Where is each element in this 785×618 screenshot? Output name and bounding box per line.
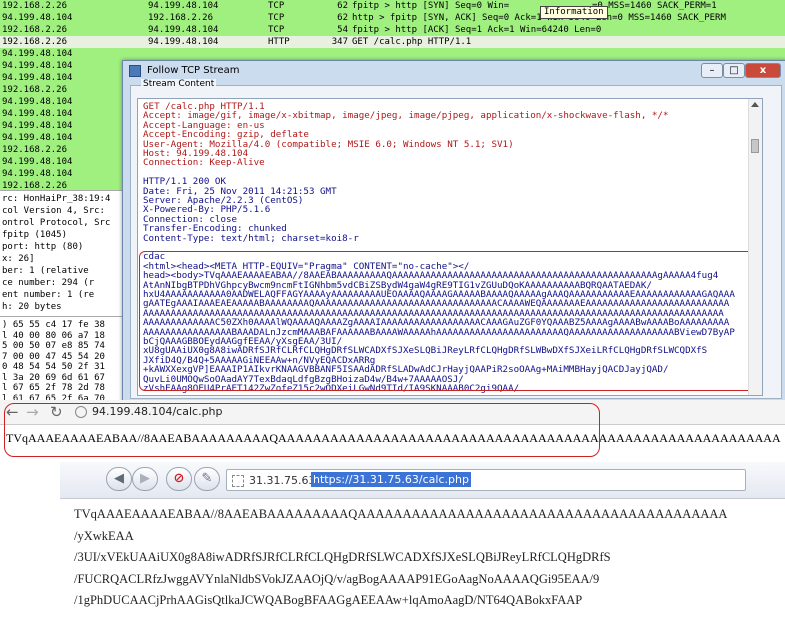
packet-row[interactable]: 192.168.2.26 94.199.48.104 TCP 62 fpitp > ht… <box>0 0 785 12</box>
packet-source: 94.199.48.104 <box>2 61 73 71</box>
packet-source: 192.168.2.26 <box>2 181 68 190</box>
page-text-line: /1gPhDUCAACjPrhAAGisQtlkaJCWQABogBFAAGgA… <box>74 593 583 607</box>
packet-info: GET /calc.php HTTP/1.1 <box>352 37 472 47</box>
packet-length: 62 <box>337 1 348 11</box>
window-titlebar[interactable]: Follow TCP Stream – □ x <box>123 61 785 81</box>
packet-source: 94.199.48.104 <box>2 109 73 119</box>
packet-detail-line[interactable]: ontrol Protocol, Src <box>2 217 110 229</box>
packet-source: 94.199.48.104 <box>2 157 73 167</box>
highlight-annotation <box>4 403 600 457</box>
packet-detail-line[interactable]: h: 20 bytes <box>2 301 62 313</box>
highlight-annotation <box>139 251 759 391</box>
packet-source: 192.168.2.26 <box>2 145 68 155</box>
stream-line: Connection: Keep-Alive <box>143 157 265 169</box>
browser-window-2: ◀ ▶ ⊘ ✎ 31.31.75.63 https://31.31.75.63/… <box>60 462 785 618</box>
packet-detail-line[interactable]: ber: 1 (relative <box>2 265 89 277</box>
packet-destination: 94.199.48.104 <box>148 25 219 35</box>
addon-icon[interactable]: ✎ <box>194 467 220 491</box>
packet-detail-line[interactable]: col Version 4, Src: <box>2 205 105 217</box>
info-tooltip: Information <box>540 6 608 19</box>
minimize-button[interactable]: – <box>701 63 723 78</box>
packet-length: 62 <box>337 13 348 23</box>
packet-protocol: TCP <box>268 25 285 35</box>
packet-bytes-pane: ) 65 55 c4 17 fe 38 l 40 00 80 06 a7 18 5 … <box>0 316 130 401</box>
packet-row[interactable]: 94.199.48.104 192.168.2.26 TCP 62 http > fpi… <box>0 12 785 24</box>
packet-protocol: TCP <box>268 13 285 23</box>
packet-source: 192.168.2.26 <box>2 1 68 11</box>
packet-source: 94.199.48.104 <box>2 49 73 59</box>
packet-detail-line[interactable]: ce number: 294 (r <box>2 277 94 289</box>
packet-detail-line[interactable]: ent number: 1 (re <box>2 289 94 301</box>
packet-source: 192.168.2.26 <box>2 25 68 35</box>
packet-detail-line[interactable]: port: http (80) <box>2 241 83 253</box>
packet-source: 94.199.48.104 <box>2 133 73 143</box>
packet-length: 347 <box>331 37 348 47</box>
vertical-scrollbar[interactable] <box>748 99 762 395</box>
packet-source: 94.199.48.104 <box>2 121 73 131</box>
packet-row[interactable]: 94.199.48.104 <box>0 48 785 60</box>
page-text-line: /3UI/xVEkUAAiUX0g8A8iwADRfSJRfCLRfCLQHgD… <box>74 550 611 564</box>
site-identity-icon[interactable] <box>232 475 244 487</box>
browser-window-1: ← → ↻ 94.199.48.104/calc.php TVqAAAEAAAA… <box>0 400 785 460</box>
packet-source: 192.168.2.26 <box>2 37 68 47</box>
site-identity-host: 31.31.75.63 <box>249 474 316 487</box>
packet-details-pane: rc: HonHaiPr_38:19:4 col Version 4, Src: o… <box>0 190 130 317</box>
packet-info: http > fpitp [SYN, ACK] Seq=0 Ack=1 Win=… <box>352 13 726 23</box>
page-text-line: /yXwkEAA <box>74 528 134 543</box>
packet-source: 94.199.48.104 <box>2 169 73 179</box>
page-text-line: TVqAAAEAAAAEABAA//8AAEABAAAAAAAAAQAAAAAA… <box>74 507 728 521</box>
stream-content-text[interactable]: GET /calc.php HTTP/1.1 Accept: image/gif,… <box>137 98 763 396</box>
packet-length: 54 <box>337 25 348 35</box>
scroll-thumb[interactable] <box>751 139 759 153</box>
address-bar-url[interactable]: https://31.31.75.63/calc.php <box>311 472 471 487</box>
address-bar[interactable]: 31.31.75.63 https://31.31.75.63/calc.php <box>226 469 746 491</box>
packet-detail-line[interactable]: rc: HonHaiPr_38:19:4 <box>2 193 110 205</box>
back-arrow-icon[interactable]: ◀ <box>106 467 132 491</box>
packet-destination: 94.199.48.104 <box>148 37 219 47</box>
packet-row[interactable]: 192.168.2.26 94.199.48.104 HTTP 347 GET /cal… <box>0 36 785 48</box>
wireshark-app-icon <box>129 65 141 77</box>
packet-protocol: TCP <box>268 1 285 11</box>
packet-row[interactable]: 192.168.2.26 94.199.48.104 TCP 54 fpitp > ht… <box>0 24 785 36</box>
stream-line: Content-Type: text/html; charset=koi8-r <box>143 232 359 244</box>
forward-arrow-icon[interactable]: ▶ <box>132 467 158 491</box>
packet-source: 94.199.48.104 <box>2 13 73 23</box>
packet-info: fpitp > http [ACK] Seq=1 Ack=1 Win=64240… <box>352 25 602 35</box>
maximize-button[interactable]: □ <box>723 63 745 78</box>
packet-detail-line[interactable]: fpitp (1045) <box>2 229 67 241</box>
packet-destination: 94.199.48.104 <box>148 1 219 11</box>
packet-destination: 192.168.2.26 <box>148 13 214 23</box>
scroll-up-arrow-icon[interactable] <box>751 102 759 107</box>
packet-detail-line[interactable]: x: 26] <box>2 253 35 265</box>
packet-info: fpitp > http [SYN] Seq=0 Win= <box>352 1 510 11</box>
packet-info-tail: =0 MSS=1460 SACK_PERM=1 <box>592 1 717 11</box>
follow-tcp-stream-window: Follow TCP Stream – □ x Stream Content G… <box>122 60 785 402</box>
stream-content-group: Stream Content GET /calc.php HTTP/1.1 Acc… <box>130 79 782 399</box>
window-title: Follow TCP Stream <box>147 65 240 76</box>
packet-source: 94.199.48.104 <box>2 97 73 107</box>
packet-protocol: HTTP <box>268 37 290 47</box>
packet-source: 192.168.2.26 <box>2 85 68 95</box>
browser-2-toolbar: ◀ ▶ ⊘ ✎ 31.31.75.63 https://31.31.75.63/… <box>60 462 785 499</box>
page-text-line: /FUCRQACLRfzJwggAVYnlaNldbSVokJZAAOjQ/v/… <box>74 571 600 586</box>
close-button[interactable]: x <box>745 63 781 78</box>
stream-content-label: Stream Content <box>141 79 217 89</box>
stop-icon[interactable]: ⊘ <box>166 467 192 491</box>
packet-source: 94.199.48.104 <box>2 73 73 83</box>
